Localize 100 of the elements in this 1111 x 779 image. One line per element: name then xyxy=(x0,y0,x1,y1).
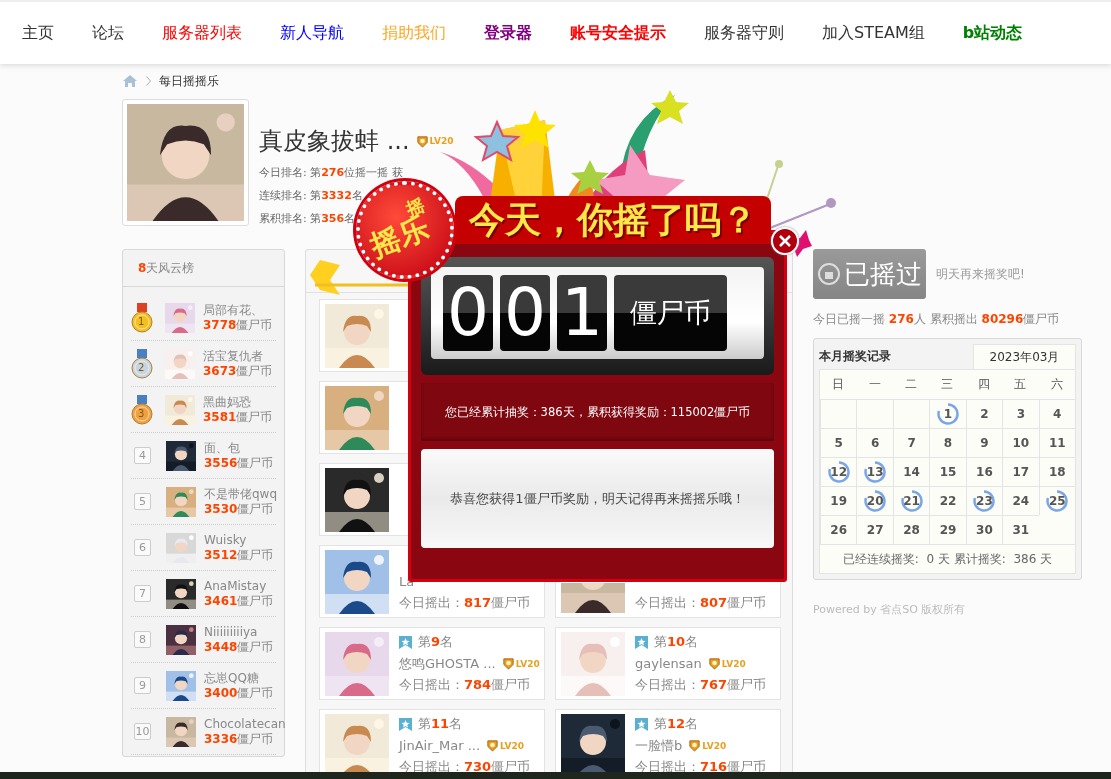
breadcrumb-item: 每日摇摇乐 xyxy=(159,72,219,90)
stats-text: 今日已摇一摇 276人 累积摇出 80296僵尸币 xyxy=(813,311,1061,328)
nav-link[interactable]: 加入STEAM组 xyxy=(822,22,925,44)
close-button[interactable] xyxy=(771,227,799,255)
calendar-day: 25 xyxy=(1038,486,1075,515)
rank-label: 第12名 xyxy=(654,715,699,733)
rank-line: 今日排名: 第276位摇一摇 获 xyxy=(259,165,404,180)
nav-link[interactable]: 捐助我们 xyxy=(382,22,446,44)
calendar-day: 24 xyxy=(1002,486,1039,515)
dialog-title: 今天，你摇了吗？ xyxy=(455,196,771,244)
star-icon xyxy=(635,717,648,731)
nav-link[interactable]: 主页 xyxy=(22,22,54,44)
level-label: LV20 xyxy=(515,658,540,669)
weekday-label: 六 xyxy=(1049,376,1064,393)
hint-text: 明天再来摇奖吧! xyxy=(936,265,1025,283)
user-name[interactable]: Niiiiiiiiiya xyxy=(204,624,274,640)
calendar-day: 2 xyxy=(965,399,1003,428)
calendar-day: 30 xyxy=(965,515,1003,544)
user-name[interactable]: JinAir_Mar ... xyxy=(399,738,481,753)
level-label: LV20 xyxy=(721,658,746,669)
nav-link[interactable]: 服务器守则 xyxy=(704,22,784,44)
star-icon xyxy=(399,717,412,731)
nav-link[interactable]: b站动态 xyxy=(962,22,1023,44)
user-name[interactable]: 一脸懵b xyxy=(635,736,683,755)
rank-number: 8 xyxy=(134,631,151,648)
rank-number: 1 xyxy=(138,315,145,327)
calendar-day: 22 xyxy=(929,486,966,515)
nav-link[interactable]: 服务器列表 xyxy=(162,22,242,44)
user-name[interactable]: 局部有花、 xyxy=(203,302,273,318)
calendar-day: 12 xyxy=(820,457,857,486)
weekday-label: 日 xyxy=(831,376,846,393)
level-label: LV20 xyxy=(702,740,727,751)
rank-number: 10 xyxy=(134,723,151,740)
coin-amount: 今日摇出：767僵尸币 xyxy=(635,676,767,694)
calendar-day: 6 xyxy=(856,428,893,457)
calendar-day: 7 xyxy=(892,428,930,457)
calendar-day: 31 xyxy=(1002,515,1039,544)
calendar-summary: 已经连续摇奖: 0 天 累计摇奖: 386 天 xyxy=(820,544,1075,573)
chevron-icon xyxy=(146,76,151,86)
user-name[interactable]: 活宝复仇者 xyxy=(203,348,273,364)
star-icon xyxy=(635,635,648,649)
calendar-day: 20 xyxy=(856,486,893,515)
shield-icon xyxy=(415,134,429,148)
calendar-day: 14 xyxy=(892,457,930,486)
calendar-day: 18 xyxy=(1038,457,1075,486)
shield-icon xyxy=(707,657,721,670)
calendar-cell xyxy=(892,399,930,428)
rank-label: 第11名 xyxy=(418,715,463,733)
medal-icon xyxy=(131,348,153,379)
user-name[interactable]: 忘崽QQ糖 xyxy=(204,670,274,686)
calendar-day: 27 xyxy=(856,515,893,544)
nav-link[interactable]: 账号安全提示 xyxy=(570,22,666,44)
nav-link[interactable]: 论坛 xyxy=(92,22,124,44)
calendar-day: 4 xyxy=(1038,399,1075,428)
lock-icon xyxy=(817,263,840,285)
calendar-day: 15 xyxy=(929,457,966,486)
user-name[interactable]: AnaMistay xyxy=(204,578,274,594)
level-label: LV20 xyxy=(429,136,454,146)
user-name[interactable]: 黑曲妈恐 xyxy=(203,394,273,410)
weekday-label: 四 xyxy=(976,376,991,393)
weekday-label: 三 xyxy=(940,376,955,393)
nav-link[interactable]: 登录器 xyxy=(484,22,532,44)
user-name[interactable]: 面、包 xyxy=(204,440,274,456)
user-name[interactable]: gaylensan xyxy=(635,656,702,671)
nav-link[interactable]: 新人导航 xyxy=(280,22,344,44)
level-label: LV20 xyxy=(500,740,525,751)
coin-amount: 3512僵尸币 xyxy=(204,547,274,563)
calendar-day: 11 xyxy=(1038,428,1075,457)
shield-icon xyxy=(501,657,515,670)
counter-digit: 1 xyxy=(557,275,607,351)
calendar-day: 1 xyxy=(929,399,966,428)
user-name[interactable]: Chocolatecan xyxy=(204,716,286,732)
weekday-label: 一 xyxy=(867,376,882,393)
coin-amount: 3336僵尸币 xyxy=(204,731,275,747)
calendar-day: 17 xyxy=(1002,457,1039,486)
weekday-label: 五 xyxy=(1013,376,1028,393)
rank-line: 累积排名: 第356名 xyxy=(259,211,357,226)
shake-button[interactable]: 已摇过 xyxy=(813,249,926,299)
rank-line: 连续排名: 第3332名 xyxy=(259,188,364,203)
shield-icon xyxy=(486,739,500,752)
rank-number: 7 xyxy=(134,585,151,602)
shield-icon xyxy=(688,739,702,752)
calendar-day: 29 xyxy=(929,515,966,544)
coin-amount: 3673僵尸币 xyxy=(203,363,273,379)
calendar-day: 13 xyxy=(856,457,893,486)
rank-number: 2 xyxy=(138,361,145,373)
coin-amount: 3778僵尸币 xyxy=(203,317,273,333)
user-name[interactable]: 悠鸣GHOSTA ... xyxy=(399,654,496,673)
coin-amount: 今日摇出：730僵尸币 xyxy=(399,758,531,776)
rank-label: 第9名 xyxy=(418,633,454,651)
user-name[interactable]: 不是带佬qwq xyxy=(204,486,278,502)
calendar-day: 28 xyxy=(892,515,930,544)
rank-number: 4 xyxy=(134,447,151,464)
calendar-day: 8 xyxy=(929,428,966,457)
user-name[interactable]: Wuisky xyxy=(204,532,274,548)
calendar-day: 9 xyxy=(965,428,1003,457)
coin-amount: 3400僵尸币 xyxy=(204,685,274,701)
calendar-day: 21 xyxy=(892,486,930,515)
rank-number: 3 xyxy=(138,407,145,419)
rank-number: 9 xyxy=(134,677,151,694)
